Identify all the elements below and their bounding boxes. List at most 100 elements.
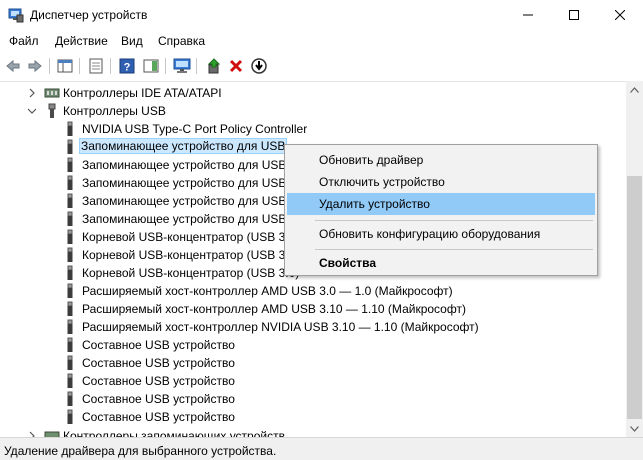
tree-item-label: Запоминающее устройство для USB xyxy=(82,176,287,190)
action-pane-button[interactable] xyxy=(141,56,161,76)
disable-device-button[interactable] xyxy=(249,56,269,76)
update-driver-menu-item[interactable]: Обновить драйвер xyxy=(287,149,595,171)
ide-controller-icon xyxy=(44,88,60,98)
show-hide-tree-button[interactable] xyxy=(55,56,75,76)
help-icon: ? xyxy=(119,58,135,74)
tree-item-usb-device[interactable]: Расширяемый хост-контроллер AMD USB 3.10… xyxy=(0,300,600,318)
tree-item-usb-device[interactable]: NVIDIA USB Type-C Port Policy Controller xyxy=(0,120,600,138)
minimize-button[interactable] xyxy=(505,0,551,30)
vertical-scrollbar[interactable] xyxy=(626,81,643,437)
toolbar-separator xyxy=(49,58,50,74)
usb-device-icon xyxy=(67,373,73,388)
scrollbar-thumb[interactable] xyxy=(627,176,642,419)
storage-controller-icon xyxy=(44,431,60,437)
close-icon xyxy=(615,10,625,20)
menu-action[interactable]: Действие xyxy=(55,34,108,48)
tree-item-label: Расширяемый хост-контроллер NVIDIA USB 3… xyxy=(82,320,479,334)
disable-device-menu-item[interactable]: Отключить устройство xyxy=(287,171,595,193)
back-button[interactable] xyxy=(3,56,23,76)
chevron-down-icon[interactable] xyxy=(27,106,37,116)
usb-device-icon xyxy=(67,139,73,154)
usb-device-icon xyxy=(67,265,73,280)
usb-device-icon xyxy=(67,247,73,262)
tree-item-label: Составное USB устройство xyxy=(82,392,235,406)
menu-item-label: Свойства xyxy=(319,256,377,270)
tree-item-label: Запоминающее устройство для USB xyxy=(79,138,288,154)
maximize-button[interactable] xyxy=(551,0,597,30)
tree-item-label: Корневой USB-концентратор (USB 3.0) xyxy=(82,230,300,244)
tree-item-usb-device[interactable]: Расширяемый хост-контроллер NVIDIA USB 3… xyxy=(0,318,600,336)
usb-device-icon xyxy=(67,409,73,424)
menu-separator xyxy=(315,249,593,250)
title-bar: Диспетчер устройств xyxy=(0,0,643,30)
menu-item-label: Обновить драйвер xyxy=(319,153,424,167)
tree-item-label: Запоминающее устройство для USB xyxy=(82,194,287,208)
toolbar-separator xyxy=(110,58,111,74)
forward-button[interactable] xyxy=(25,56,45,76)
tree-item-usb-device[interactable]: Составное USB устройство xyxy=(0,390,600,408)
tree-item-usb-device[interactable]: Составное USB устройство xyxy=(0,354,600,372)
tree-category-usb[interactable]: Контроллеры USB xyxy=(0,102,600,120)
tree-item-label: Корневой USB-концентратор (USB 3.0) xyxy=(82,248,300,262)
usb-device-icon xyxy=(67,337,73,352)
tree-item-label: Корневой USB-концентратор (USB 3.0) xyxy=(82,266,300,280)
tree-item-label: NVIDIA USB Type-C Port Policy Controller xyxy=(82,122,308,136)
usb-device-icon xyxy=(67,355,73,370)
tree-category-label: Контроллеры USB xyxy=(63,104,166,118)
tree-category-label: Контроллеры IDE ATA/ATAPI xyxy=(63,86,222,100)
usb-device-icon xyxy=(67,319,73,334)
tree-category-storage[interactable]: Контроллеры запоминающих устройств xyxy=(0,427,600,437)
tree-item-label: Запоминающее устройство для USB xyxy=(82,158,287,172)
usb-device-icon xyxy=(67,193,73,208)
toolbar-separator xyxy=(79,58,80,74)
scan-hardware-button[interactable] xyxy=(172,56,192,76)
show-hide-console-tree-icon xyxy=(57,59,73,73)
tree-item-label: Составное USB устройство xyxy=(82,356,235,370)
chevron-up-icon xyxy=(630,86,639,93)
tree-item-usb-device[interactable]: Составное USB устройство xyxy=(0,336,600,354)
menu-view[interactable]: Вид xyxy=(121,34,143,48)
menu-item-label: Удалить устройство xyxy=(319,197,430,211)
status-bar: Удаление драйвера для выбранного устройс… xyxy=(0,437,643,460)
scroll-up-button[interactable] xyxy=(626,81,643,98)
update-driver-icon xyxy=(207,58,221,74)
update-driver-button[interactable] xyxy=(204,56,224,76)
usb-device-icon xyxy=(67,229,73,244)
toolbar: ? xyxy=(0,52,643,80)
menu-file[interactable]: Файл xyxy=(9,34,39,48)
properties-icon xyxy=(89,58,103,74)
tree-item-usb-device[interactable]: Составное USB устройство xyxy=(0,408,600,426)
menu-separator xyxy=(315,220,593,221)
menu-item-label: Отключить устройство xyxy=(319,175,445,189)
disable-device-icon xyxy=(251,58,267,74)
uninstall-device-menu-item[interactable]: Удалить устройство xyxy=(287,193,595,215)
usb-controller-icon xyxy=(48,103,56,118)
scan-hardware-menu-item[interactable]: Обновить конфигурацию оборудования xyxy=(287,223,595,245)
usb-device-icon xyxy=(67,391,73,406)
tree-item-usb-device[interactable]: Составное USB устройство xyxy=(0,372,600,390)
tree-item-label: Запоминающее устройство для USB xyxy=(82,212,287,226)
device-manager-icon xyxy=(8,8,24,23)
tree-category-ide[interactable]: Контроллеры IDE ATA/ATAPI xyxy=(0,84,600,102)
toolbar-separator xyxy=(196,58,197,74)
chevron-right-icon[interactable] xyxy=(27,88,37,98)
tree-item-label: Составное USB устройство xyxy=(82,374,235,388)
action-pane-icon xyxy=(143,59,159,73)
scroll-down-button[interactable] xyxy=(626,420,643,437)
help-button[interactable]: ? xyxy=(117,56,137,76)
menu-help[interactable]: Справка xyxy=(158,34,205,48)
close-button[interactable] xyxy=(597,0,643,30)
usb-device-icon xyxy=(67,121,73,136)
properties-button[interactable] xyxy=(86,56,106,76)
uninstall-device-button[interactable] xyxy=(226,56,246,76)
minimize-icon xyxy=(523,14,533,16)
status-text: Удаление драйвера для выбранного устройс… xyxy=(4,444,277,458)
forward-icon xyxy=(28,59,42,73)
tree-item-label: Расширяемый хост-контроллер AMD USB 3.0 … xyxy=(82,284,453,298)
tree-item-label: Составное USB устройство xyxy=(82,338,235,352)
tree-item-usb-device[interactable]: Расширяемый хост-контроллер AMD USB 3.0 … xyxy=(0,282,600,300)
monitor-icon xyxy=(173,58,191,73)
properties-menu-item[interactable]: Свойства xyxy=(287,252,595,274)
tree-item-label: Составное USB устройство xyxy=(82,410,235,424)
back-icon xyxy=(6,59,20,73)
